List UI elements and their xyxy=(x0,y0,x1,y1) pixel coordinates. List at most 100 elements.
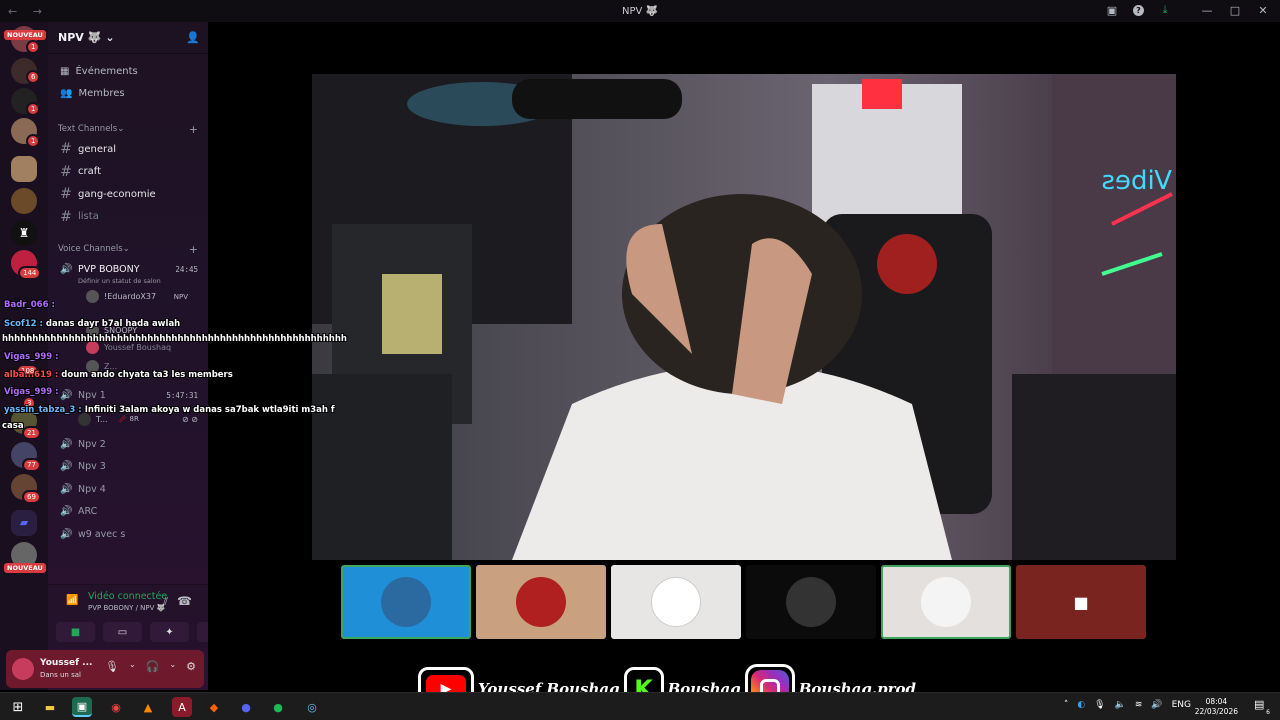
activities-button[interactable]: ✦ xyxy=(150,622,189,642)
speaker-icon: 🔊 xyxy=(60,461,73,473)
participant-tile[interactable] xyxy=(341,565,471,639)
discord-icon[interactable]: ● xyxy=(236,697,256,717)
chevron-down-icon[interactable]: ⌄ xyxy=(129,660,136,673)
voice-channel-npv-1[interactable]: 🔊 Npv 1 5:47:31 xyxy=(48,385,208,408)
server-icon[interactable] xyxy=(11,188,37,214)
edge-icon[interactable]: ◐ xyxy=(1077,700,1085,710)
clock[interactable]: 08:04 22/03/2026 xyxy=(1195,697,1238,717)
chat-message: casa xyxy=(2,421,24,431)
avatar[interactable] xyxy=(12,658,34,680)
mention-badge: 1 xyxy=(26,40,41,54)
chat-message: hhhhhhhhhhhhhhhhhhhhhhhhhhhhhhhhhhhhhhhh… xyxy=(2,334,347,344)
folder-icon[interactable]: ▰ xyxy=(11,510,37,536)
wifi-icon[interactable]: ≋ xyxy=(1135,700,1143,710)
add-member-icon[interactable]: 👤 xyxy=(186,31,200,44)
maximize-icon[interactable]: □ xyxy=(1228,3,1242,17)
channel-gang-economie[interactable]: # gang-economie xyxy=(48,183,208,206)
server-icon[interactable] xyxy=(11,156,37,182)
voice-user[interactable]: !EduardoX37 NPV xyxy=(56,287,208,307)
voice-channel-npv-4[interactable]: 🔊 Npv 4 xyxy=(48,478,208,501)
steam-icon[interactable]: ◎ xyxy=(302,697,322,717)
close-icon[interactable]: ✕ xyxy=(1256,3,1270,17)
speaker-icon: 🔊 xyxy=(60,390,73,402)
add-channel-icon[interactable]: + xyxy=(189,123,198,136)
speaker-icon[interactable]: 🔈 xyxy=(1115,700,1126,710)
start-icon[interactable]: ⊞ xyxy=(8,697,28,717)
noise-suppression-icon[interactable]: ⫽ xyxy=(163,595,168,609)
voice-channel-arc[interactable]: 🔊 ARC xyxy=(48,501,208,524)
events-link[interactable]: ▦ Événements xyxy=(48,60,208,82)
file-explorer-icon[interactable]: ▬ xyxy=(40,697,60,717)
download-icon[interactable]: ⤓ xyxy=(1158,3,1172,17)
speaker-icon: 🔊 xyxy=(60,438,73,450)
participant-tile[interactable]: ■ xyxy=(1016,565,1146,639)
brave-icon[interactable]: ◆ xyxy=(204,697,224,717)
voice-channel-npv-2[interactable]: 🔊 Npv 2 xyxy=(48,433,208,456)
gear-icon[interactable]: ⚙ xyxy=(186,660,196,673)
members-link[interactable]: 👥 Membres xyxy=(48,82,208,104)
hash-icon: # xyxy=(60,208,72,225)
channel-craft[interactable]: # craft xyxy=(48,161,208,184)
mention-badge: 21 xyxy=(22,426,41,440)
microphone-icon[interactable]: 🎙 xyxy=(105,660,119,673)
chrome-icon[interactable]: ◉ xyxy=(106,697,126,717)
camera-off-icon: ■ xyxy=(1073,592,1089,612)
inbox-icon[interactable]: ▣ xyxy=(1105,3,1119,17)
channel-lista[interactable]: # lista xyxy=(48,206,208,229)
spotify-icon[interactable]: ● xyxy=(268,697,288,717)
muted-icon: ⊘ ⊘ xyxy=(182,414,198,424)
language-indicator[interactable]: ENG xyxy=(1172,700,1191,710)
history-nav[interactable]: ← → xyxy=(8,5,48,18)
participant-tile[interactable] xyxy=(881,565,1011,639)
chevron-down-icon: ⌄ xyxy=(105,31,115,44)
screen-share-button[interactable]: ▭ xyxy=(103,622,142,642)
chat-message: Vigas_999 : xyxy=(4,387,59,397)
category-voice-channels[interactable]: Voice Channels ⌄ + xyxy=(48,240,208,258)
mention-badge: 77 xyxy=(22,458,41,472)
window-title: NPV 🐺 xyxy=(622,5,658,17)
participant-tile[interactable] xyxy=(746,565,876,639)
chat-message: Badr_066 : xyxy=(4,300,55,310)
voice-channel-w9[interactable]: 🔊 w9 avec s xyxy=(48,523,208,546)
chevron-up-icon[interactable]: ˄ xyxy=(1064,700,1069,710)
user-panel: Youssef ... Dans un sal 🎙 ⌄ 🎧 ⌄ ⚙ xyxy=(6,650,204,688)
hash-icon: # xyxy=(60,141,72,158)
title-bar: ← → NPV 🐺 ▣ ? ⤓ — □ ✕ xyxy=(0,0,1280,22)
channel-general[interactable]: # general xyxy=(48,138,208,161)
voice-channel-npv-3[interactable]: 🔊 Npv 3 xyxy=(48,456,208,479)
chat-message: Scof12 : danas dayr b7al hada awlah xyxy=(4,319,181,329)
speaker-icon: 🔊 xyxy=(60,483,73,495)
server-header[interactable]: NPV 🐺 ⌄ 👤 xyxy=(48,22,208,54)
avatar xyxy=(381,577,431,627)
participant-tile[interactable] xyxy=(476,565,606,639)
server-icon[interactable]: ♜ xyxy=(11,220,37,246)
participant-tile[interactable] xyxy=(611,565,741,639)
mention-badge: 69 xyxy=(22,490,41,504)
category-text-channels[interactable]: Text Channels ⌄ + xyxy=(48,120,208,138)
signal-icon[interactable]: 📶 xyxy=(66,595,78,606)
app-icon[interactable]: A xyxy=(172,697,192,717)
disconnect-icon[interactable]: ☎ xyxy=(177,594,192,608)
chevron-down-icon[interactable]: ⌄ xyxy=(169,660,176,673)
avatar xyxy=(516,577,566,627)
volume-icon[interactable]: 🔊 xyxy=(1151,700,1162,710)
voice-status-subtitle[interactable]: PVP BOBONY / NPV 🐺 xyxy=(88,604,165,612)
stream-app-icon[interactable]: ▣ xyxy=(72,697,92,717)
notification-icon[interactable]: ▤ 6 xyxy=(1254,698,1270,716)
camera-button[interactable]: ■ xyxy=(56,622,95,642)
chat-message: alba...619 : doum ando chyata ta3 les mem… xyxy=(4,370,233,380)
vlc-icon[interactable]: ▲ xyxy=(138,697,158,717)
add-channel-icon[interactable]: + xyxy=(189,243,198,256)
headset-icon[interactable]: 🎧 xyxy=(146,660,160,673)
help-icon[interactable]: ? xyxy=(1133,4,1144,16)
user-name[interactable]: Youssef ... xyxy=(40,658,92,668)
video-stage: Vibes ■ xyxy=(208,22,1280,690)
voice-channel-pvp-bobony[interactable]: 🔊 PVP BOBONY 24:45 xyxy=(48,258,208,281)
minimize-icon[interactable]: — xyxy=(1200,3,1214,17)
microphone-icon[interactable]: 🎙 xyxy=(1094,700,1105,710)
mention-badge: 1 xyxy=(26,102,41,116)
new-badge: NOUVEAU xyxy=(4,30,46,40)
main-video-stream[interactable]: Vibes xyxy=(312,74,1176,560)
taskbar: ⊞ ▬ ▣ ◉ ▲ A ◆ ● ● ◎ ˄ ◐ 🎙 🔈 ≋ 🔊 ENG 08:0… xyxy=(0,692,1280,720)
avatar xyxy=(921,577,971,627)
